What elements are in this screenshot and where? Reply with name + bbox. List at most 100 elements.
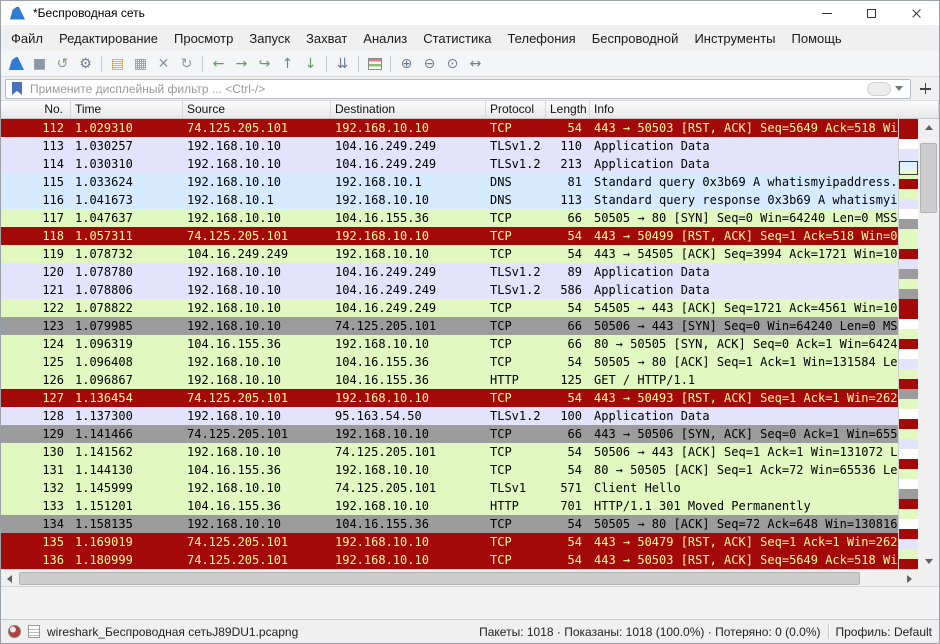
packet-row[interactable]: 1281.137300192.168.10.1095.163.54.50TLSv…	[1, 407, 898, 425]
maximize-button[interactable]	[849, 1, 894, 25]
resize-columns-button[interactable]: ↔	[464, 53, 487, 75]
packet-row[interactable]: 1211.078806192.168.10.10104.16.249.249TL…	[1, 281, 898, 299]
filter-dropdown-icon[interactable]	[895, 86, 903, 91]
menu-telephony[interactable]: Телефония	[499, 28, 583, 49]
profile-label[interactable]: Профиль: Default	[836, 625, 933, 639]
packet-row[interactable]: 1301.141562192.168.10.1074.125.205.101TC…	[1, 443, 898, 461]
filter-apply-button[interactable]	[867, 82, 891, 96]
minimize-button[interactable]	[804, 1, 849, 25]
packet-row[interactable]: 1241.096319104.16.155.36192.168.10.10TCP…	[1, 335, 898, 353]
go-to-packet-button[interactable]: ↪	[253, 53, 276, 75]
reload-file-button[interactable]: ↻	[175, 53, 198, 75]
capture-options-button[interactable]: ⚙	[74, 53, 97, 75]
scroll-up-button[interactable]	[918, 119, 939, 135]
horizontal-scrollbar[interactable]	[1, 569, 918, 586]
save-file-button[interactable]: ▦	[129, 53, 152, 75]
capture-comment-button[interactable]	[28, 625, 40, 638]
expert-info-button[interactable]	[8, 625, 21, 638]
cell-info: 80 → 50505 [ACK] Seq=1 Ack=72 Win=65536 …	[590, 461, 898, 479]
packet-row[interactable]: 1361.18099974.125.205.101192.168.10.10TC…	[1, 551, 898, 569]
column-header-no[interactable]: No.	[1, 101, 71, 118]
column-header-destination[interactable]: Destination	[331, 101, 486, 118]
packet-row[interactable]: 1131.030257192.168.10.10104.16.249.249TL…	[1, 137, 898, 155]
intelligent-scrollbar-minimap[interactable]	[898, 119, 918, 569]
menu-view[interactable]: Просмотр	[166, 28, 241, 49]
cell-length: 113	[546, 191, 590, 209]
cell-length: 54	[546, 515, 590, 533]
cell-no: 125	[1, 353, 71, 371]
menu-file[interactable]: Файл	[3, 28, 51, 49]
vertical-scroll-thumb[interactable]	[920, 143, 937, 213]
horizontal-scroll-thumb[interactable]	[19, 572, 860, 585]
packet-row[interactable]: 1151.033624192.168.10.10192.168.10.1DNS8…	[1, 173, 898, 191]
column-header-protocol[interactable]: Protocol	[486, 101, 546, 118]
restart-capture-button[interactable]: ↺	[51, 53, 74, 75]
go-forward-icon: →	[236, 57, 248, 71]
stop-capture-button[interactable]: ■	[28, 53, 51, 75]
minimap-stripe	[899, 559, 918, 569]
display-filter-input[interactable]	[28, 81, 867, 97]
zoom-out-button[interactable]: ⊖	[418, 53, 441, 75]
packet-row[interactable]: 1191.078732104.16.249.249192.168.10.10TC…	[1, 245, 898, 263]
menu-go[interactable]: Запуск	[241, 28, 298, 49]
menu-wireless[interactable]: Беспроводной	[584, 28, 687, 49]
packet-row[interactable]: 1271.13645474.125.205.101192.168.10.10TC…	[1, 389, 898, 407]
column-header-length[interactable]: Length	[546, 101, 590, 118]
vertical-scrollbar[interactable]	[918, 119, 939, 569]
packet-row[interactable]: 1251.096408192.168.10.10104.16.155.36TCP…	[1, 353, 898, 371]
go-first-button[interactable]: ↑	[276, 53, 299, 75]
column-header-time[interactable]: Time	[71, 101, 183, 118]
packet-row[interactable]: 1321.145999192.168.10.1074.125.205.101TL…	[1, 479, 898, 497]
toolbar-separator	[101, 56, 102, 72]
packet-row[interactable]: 1311.144130104.16.155.36192.168.10.10TCP…	[1, 461, 898, 479]
packet-row[interactable]: 1291.14146674.125.205.101192.168.10.10TC…	[1, 425, 898, 443]
cell-source: 192.168.10.10	[183, 515, 331, 533]
display-filter-field[interactable]	[5, 79, 911, 99]
packet-row[interactable]: 1331.151201104.16.155.36192.168.10.10HTT…	[1, 497, 898, 515]
packet-row[interactable]: 1181.05731174.125.205.101192.168.10.10TC…	[1, 227, 898, 245]
scroll-left-button[interactable]	[1, 570, 18, 587]
go-forward-button[interactable]: →	[230, 53, 253, 75]
packet-row[interactable]: 1141.030310192.168.10.10104.16.249.249TL…	[1, 155, 898, 173]
menu-help[interactable]: Помощь	[784, 28, 850, 49]
packet-list-pane: No.TimeSourceDestinationProtocolLengthIn…	[1, 101, 939, 586]
column-header-source[interactable]: Source	[183, 101, 331, 118]
go-last-icon: ↓	[305, 57, 317, 71]
column-header-info[interactable]: Info	[590, 101, 939, 118]
open-file-button[interactable]: ▤	[106, 53, 129, 75]
close-button[interactable]	[894, 1, 939, 25]
packet-row[interactable]: 1171.047637192.168.10.10104.16.155.36TCP…	[1, 209, 898, 227]
menu-statistics[interactable]: Статистика	[415, 28, 499, 49]
packet-row[interactable]: 1201.078780192.168.10.10104.16.249.249TL…	[1, 263, 898, 281]
cell-length: 54	[546, 551, 590, 569]
menu-edit[interactable]: Редактирование	[51, 28, 166, 49]
packet-row[interactable]: 1351.16901974.125.205.101192.168.10.10TC…	[1, 533, 898, 551]
add-filter-button[interactable]	[915, 79, 935, 99]
zoom-out-icon: ⊖	[424, 57, 436, 71]
scroll-right-button[interactable]	[901, 570, 918, 587]
packet-row[interactable]: 1231.079985192.168.10.1074.125.205.101TC…	[1, 317, 898, 335]
auto-scroll-button[interactable]: ⇊	[331, 53, 354, 75]
packet-row[interactable]: 1161.041673192.168.10.1192.168.10.10DNS1…	[1, 191, 898, 209]
cell-info: 80 → 50505 [SYN, ACK] Seq=0 Ack=1 Win=64…	[590, 335, 898, 353]
scroll-down-button[interactable]	[918, 553, 939, 569]
go-last-button[interactable]: ↓	[299, 53, 322, 75]
start-capture-button[interactable]	[5, 53, 28, 75]
menu-analyze[interactable]: Анализ	[355, 28, 415, 49]
go-back-button[interactable]: ←	[207, 53, 230, 75]
packet-row[interactable]: 1261.096867192.168.10.10104.16.155.36HTT…	[1, 371, 898, 389]
close-file-button[interactable]: ✕	[152, 53, 175, 75]
packet-row[interactable]: 1121.02931074.125.205.101192.168.10.10TC…	[1, 119, 898, 137]
zoom-reset-button[interactable]: ⊙	[441, 53, 464, 75]
minimap-stripe	[899, 179, 918, 189]
menu-tools[interactable]: Инструменты	[686, 28, 783, 49]
menu-capture[interactable]: Захват	[298, 28, 355, 49]
packet-row[interactable]: 1341.158135192.168.10.10104.16.155.36TCP…	[1, 515, 898, 533]
cell-no: 132	[1, 479, 71, 497]
colorize-button[interactable]	[363, 53, 386, 75]
filter-bookmark-icon[interactable]	[12, 82, 22, 95]
cell-destination: 104.16.155.36	[331, 209, 486, 227]
zoom-in-button[interactable]: ⊕	[395, 53, 418, 75]
packet-row[interactable]: 1221.078822192.168.10.10104.16.249.249TC…	[1, 299, 898, 317]
zoom-in-icon: ⊕	[401, 57, 413, 71]
